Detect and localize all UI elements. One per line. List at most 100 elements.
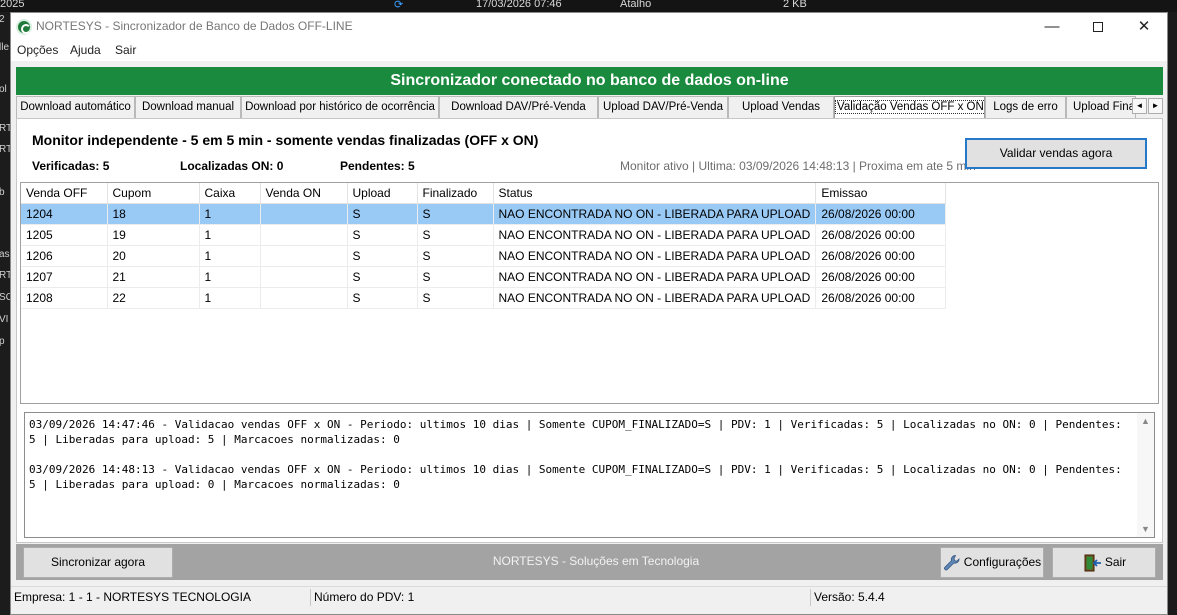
background-right-edge <box>1168 12 1177 615</box>
table-cell: S <box>417 266 494 288</box>
sales-table: Venda OFF Cupom Caixa Venda ON Upload Fi… <box>21 183 947 309</box>
table-cell: 26/08/2026 00:00 <box>815 203 947 225</box>
background-taskbar: 2025 ⟳ 17/03/2026 07:46 Atalho 2 KB <box>0 0 1177 12</box>
close-button[interactable]: ✕ <box>1121 13 1167 41</box>
tab-scroll-left-button[interactable]: ◄ <box>1132 98 1147 114</box>
tab-label: Validação Vendas OFF x ON <box>835 100 984 114</box>
validate-now-button[interactable]: Validar vendas agora <box>965 138 1147 169</box>
bg-side-text: RT <box>0 144 10 155</box>
log-scrollbar[interactable]: ▲ ▼ <box>1137 413 1154 537</box>
tab-download-dav[interactable]: Download DAV/Pré-Venda <box>439 96 598 118</box>
column-header[interactable]: Caixa <box>199 183 261 204</box>
settings-label: Configurações <box>963 555 1042 569</box>
monitor-title: Monitor independente - 5 em 5 min - some… <box>32 132 539 148</box>
settings-button[interactable]: Configurações <box>940 547 1044 578</box>
table-row[interactable]: 1208 22 1 S S NAO ENCONTRADA NO ON - LIB… <box>21 287 947 309</box>
tab-validacao-vendas[interactable]: Validação Vendas OFF x ON <box>834 96 985 119</box>
tab-upload-finalizadas[interactable]: Upload Fina <box>1066 96 1136 118</box>
sync-icon: ⟳ <box>394 0 404 11</box>
column-header[interactable]: Venda ON <box>260 183 348 204</box>
table-cell: 1 <box>199 245 261 267</box>
log-textarea[interactable]: 03/09/2026 14:47:46 - Validacao vendas O… <box>24 412 1155 538</box>
table-cell <box>260 203 348 225</box>
tab-download-automatico[interactable]: Download automático <box>16 96 135 118</box>
table-cell: S <box>417 245 494 267</box>
table-cell: NAO ENCONTRADA NO ON - LIBERADA PARA UPL… <box>493 203 817 225</box>
stat-verificadas: Verificadas: 5 <box>32 159 110 173</box>
table-cell: S <box>417 224 494 246</box>
column-header[interactable]: Finalizado <box>417 183 494 204</box>
tab-scroll-right-button[interactable]: ► <box>1148 98 1163 114</box>
company-tagline: NORTESYS - Soluções em Tecnologia <box>492 554 700 568</box>
table-cell: S <box>347 245 418 267</box>
tab-download-manual[interactable]: Download manual <box>135 96 241 118</box>
menu-ajuda[interactable]: Ajuda <box>70 43 101 57</box>
tab-upload-vendas[interactable]: Upload Vendas <box>728 96 834 118</box>
bg-side-text: 2 <box>0 14 5 25</box>
table-cell: S <box>347 266 418 288</box>
bg-side-text: b <box>0 187 5 198</box>
table-row[interactable]: 1204 18 1 S S NAO ENCONTRADA NO ON - LIB… <box>21 203 947 225</box>
menu-bar: Opções Ajuda Sair <box>11 41 1167 61</box>
bg-taskbar-text: 2025 <box>0 0 25 10</box>
table-row[interactable]: 1206 20 1 S S NAO ENCONTRADA NO ON - LIB… <box>21 245 947 267</box>
column-header[interactable]: Upload <box>347 183 418 204</box>
column-header[interactable]: Emissao <box>815 183 947 204</box>
table-cell: 22 <box>107 287 200 309</box>
sales-grid[interactable]: Venda OFF Cupom Caixa Venda ON Upload Fi… <box>20 182 1159 404</box>
table-cell: S <box>347 287 418 309</box>
table-cell: 26/08/2026 00:00 <box>815 266 947 288</box>
bg-side-text: RT <box>0 123 10 134</box>
exit-door-icon <box>1084 554 1101 572</box>
scroll-up-arrow-icon[interactable]: ▲ <box>1141 416 1150 426</box>
table-cell: 1207 <box>21 266 108 288</box>
table-cell: 1 <box>199 224 261 246</box>
bg-taskbar-text: 2 KB <box>783 0 807 10</box>
column-header[interactable]: Venda OFF <box>21 183 108 204</box>
exit-button[interactable]: Sair <box>1052 547 1156 578</box>
title-bar[interactable]: NORTESYS - Sincronizador de Banco de Dad… <box>11 13 1167 41</box>
tab-logs-erro[interactable]: Logs de erro <box>985 96 1066 118</box>
table-cell: 1204 <box>21 203 108 225</box>
table-cell: S <box>417 203 494 225</box>
table-row[interactable]: 1207 21 1 S S NAO ENCONTRADA NO ON - LIB… <box>21 266 947 288</box>
bg-side-text: RT <box>0 270 10 281</box>
sync-now-button[interactable]: Sincronizar agora <box>23 547 173 578</box>
bg-side-text: lle <box>0 42 10 53</box>
table-cell: NAO ENCONTRADA NO ON - LIBERADA PARA UPL… <box>493 224 817 246</box>
log-entry: 03/09/2026 14:48:13 - Validacao vendas O… <box>29 463 1129 491</box>
tab-download-historico[interactable]: Download por histórico de ocorrência <box>241 96 439 118</box>
tab-upload-dav[interactable]: Upload DAV/Pré-Venda <box>598 96 728 118</box>
scroll-down-arrow-icon[interactable]: ▼ <box>1141 524 1150 534</box>
column-header[interactable]: Cupom <box>107 183 200 204</box>
table-cell: 26/08/2026 00:00 <box>815 287 947 309</box>
menu-sair[interactable]: Sair <box>115 43 136 57</box>
bg-side-text: p <box>0 336 5 347</box>
tab-label: Download por histórico de ocorrência <box>245 101 435 113</box>
tab-strip: Download automático Download manual Down… <box>16 96 1163 119</box>
table-cell: 26/08/2026 00:00 <box>815 224 947 246</box>
bg-side-text: as <box>0 249 10 260</box>
tab-label: Upload Fina <box>1073 101 1136 113</box>
status-versao: Versão: 5.4.4 <box>814 590 885 604</box>
table-cell <box>260 224 348 246</box>
table-row[interactable]: 1205 19 1 S S NAO ENCONTRADA NO ON - LIB… <box>21 224 947 246</box>
bg-taskbar-text: 17/03/2026 07:46 <box>476 0 562 10</box>
column-header[interactable]: Status <box>493 183 817 204</box>
wrench-icon <box>943 554 960 571</box>
table-cell: 1208 <box>21 287 108 309</box>
maximize-button[interactable] <box>1075 13 1121 41</box>
tab-label: Download manual <box>141 101 235 113</box>
status-empresa: Empresa: 1 - 1 - NORTESYS TECNOLOGIA <box>11 589 311 606</box>
menu-opcoes[interactable]: Opções <box>17 43 58 57</box>
table-cell: 1 <box>199 203 261 225</box>
minimize-button[interactable]: — <box>1029 13 1075 41</box>
bg-side-text: ol <box>0 84 7 95</box>
log-entry: 03/09/2026 14:47:46 - Validacao vendas O… <box>29 418 1129 446</box>
connection-banner: Sincronizador conectado no banco de dado… <box>16 67 1163 95</box>
table-cell: NAO ENCONTRADA NO ON - LIBERADA PARA UPL… <box>493 266 817 288</box>
table-cell: 18 <box>107 203 200 225</box>
exit-label: Sair <box>1104 555 1127 569</box>
table-cell: 1205 <box>21 224 108 246</box>
app-logo-icon <box>16 19 32 35</box>
